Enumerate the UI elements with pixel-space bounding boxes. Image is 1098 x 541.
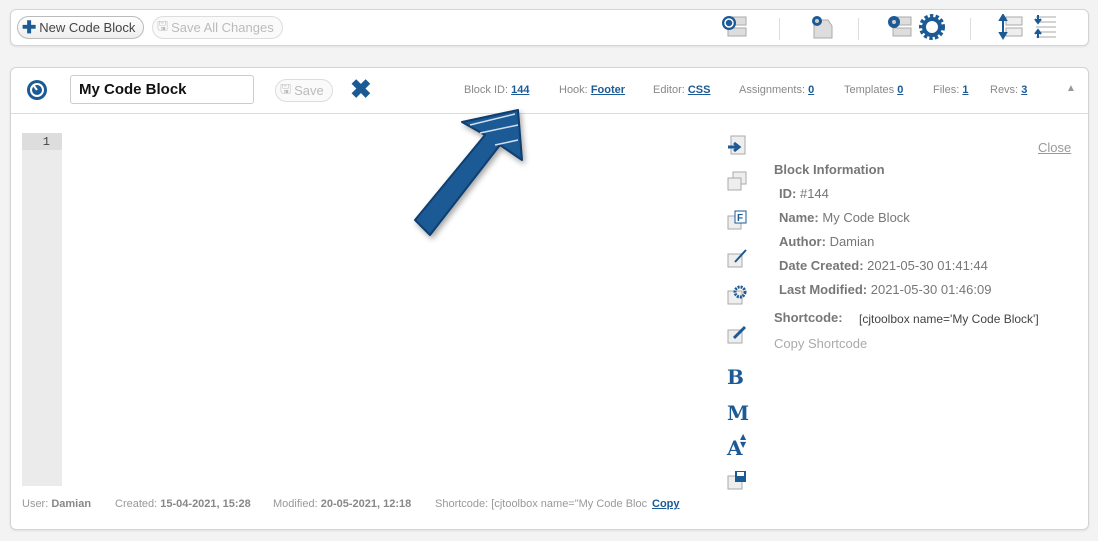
code-editor[interactable]: 1 <box>22 133 712 486</box>
footer-user: User: Damian <box>22 498 92 510</box>
bold-icon[interactable]: B <box>727 365 747 389</box>
info-id: ID: #144 <box>779 186 829 201</box>
block-name-input[interactable] <box>70 75 254 104</box>
files-link[interactable]: 1 <box>962 84 968 96</box>
gear-icon[interactable] <box>919 14 945 40</box>
info-shortcode-label: Shortcode: <box>774 310 843 325</box>
footer-created: Created: 15-04-2021, 15:28 <box>115 498 251 510</box>
collapse-toggle-icon[interactable]: ▲ <box>1066 83 1076 94</box>
footer-shortcode: Shortcode: [cjtoolbox name="My Code Bloc <box>435 498 648 510</box>
footer-copy-link[interactable]: Copy <box>652 498 680 510</box>
divider <box>779 18 780 40</box>
m-icon[interactable]: M <box>727 401 749 425</box>
plus-icon: ✚ <box>22 17 37 37</box>
block-info-title: Block Information <box>774 162 885 177</box>
collapse-all-icon[interactable] <box>1033 14 1059 40</box>
revisions-grid-icon[interactable] <box>720 14 748 40</box>
floppy-icon: 🖫 <box>280 80 292 96</box>
close-link[interactable]: Close <box>1038 140 1071 155</box>
gear-grid-icon[interactable] <box>885 14 913 40</box>
settings-icon[interactable] <box>727 285 747 305</box>
import-icon[interactable] <box>727 135 747 155</box>
panel-header-divider <box>11 113 1088 114</box>
templates-link[interactable]: 0 <box>897 84 903 96</box>
divider <box>970 18 971 40</box>
floppy-icon: 🖫 <box>157 17 169 33</box>
info-name: Name: My Code Block <box>779 210 910 225</box>
block-id-link[interactable]: 144 <box>511 84 529 96</box>
copy-shortcode-button[interactable]: Copy Shortcode <box>774 336 867 351</box>
edit-icon[interactable] <box>727 248 747 268</box>
revs-link[interactable]: 3 <box>1021 84 1027 96</box>
up-down-icon: ▲ ▼ <box>740 431 747 449</box>
font-size-icon[interactable]: A ▲ ▼ <box>727 432 747 460</box>
templates: Templates 0 <box>844 84 904 96</box>
save-button[interactable]: 🖫 Save <box>275 79 333 102</box>
annotation-arrow <box>414 109 523 236</box>
expand-all-icon[interactable] <box>998 14 1024 40</box>
gear-page-icon[interactable] <box>808 14 834 40</box>
brush-icon[interactable] <box>727 324 747 344</box>
revisions-icon[interactable] <box>26 79 48 101</box>
divider <box>858 18 859 40</box>
info-author: Author: Damian <box>779 234 875 249</box>
info-date-created: Date Created: 2021-05-30 01:41:44 <box>779 258 988 273</box>
info-shortcode[interactable]: [cjtoolbox name='My Code Block'] <box>859 312 1039 326</box>
new-code-block-button[interactable]: ✚ New Code Block <box>17 16 145 39</box>
duplicate-icon[interactable] <box>727 171 747 191</box>
line-number: 1 <box>22 133 62 150</box>
format-icon[interactable]: F <box>727 210 747 230</box>
editor: Editor: CSS <box>653 84 711 96</box>
save-all-changes-button[interactable]: 🖫 Save All Changes <box>152 16 283 39</box>
footer-modified: Modified: 20-05-2021, 12:18 <box>273 498 412 510</box>
info-last-modified: Last Modified: 2021-05-30 01:46:09 <box>779 282 992 297</box>
line-gutter <box>22 133 62 486</box>
svg-text:F: F <box>737 213 743 224</box>
assignments-link[interactable]: 0 <box>808 84 814 96</box>
assignments: Assignments: 0 <box>739 84 815 96</box>
revs: Revs: 3 <box>990 84 1028 96</box>
files: Files: 1 <box>933 84 969 96</box>
block-id: Block ID: 144 <box>464 84 530 96</box>
hook: Hook: Footer <box>559 84 626 96</box>
delete-icon[interactable]: ✖ <box>350 76 372 102</box>
hook-link[interactable]: Footer <box>591 84 625 96</box>
save-icon[interactable] <box>727 470 747 490</box>
editor-link[interactable]: CSS <box>688 84 711 96</box>
